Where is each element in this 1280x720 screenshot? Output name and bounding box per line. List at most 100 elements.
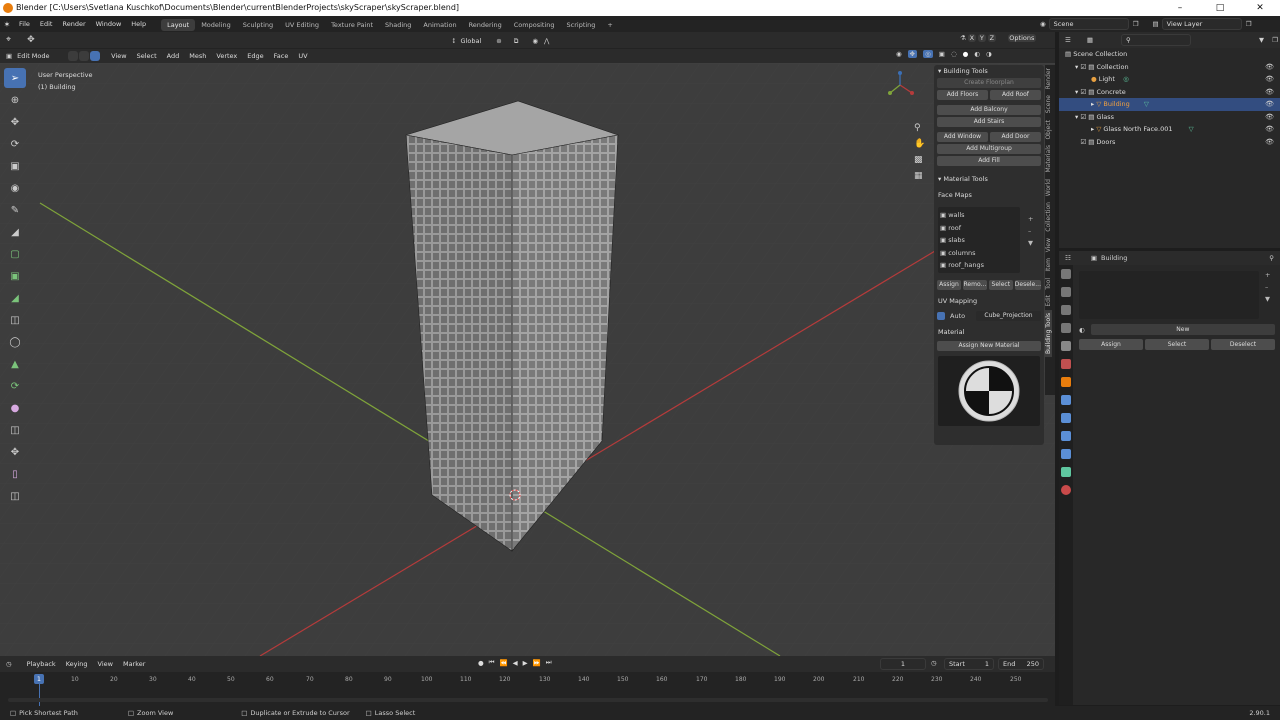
display-mode-icon[interactable]: ▦: [1087, 36, 1093, 44]
outliner-item-light[interactable]: ● Light ◎ 👁: [1059, 73, 1280, 86]
new-collection-icon[interactable]: ❐: [1272, 36, 1278, 44]
outliner-item-doors[interactable]: ☑ ▤ Doors 👁: [1059, 136, 1280, 149]
assign-face-map-button[interactable]: Assign: [937, 280, 961, 290]
material-tools-header[interactable]: ▾ Material Tools: [934, 173, 1044, 185]
select-face-map-button[interactable]: Select: [988, 280, 1013, 290]
smooth-tool-icon[interactable]: ●: [4, 398, 26, 418]
modifier-props-icon[interactable]: [1061, 395, 1071, 405]
pan-hand-icon[interactable]: ✋: [914, 139, 925, 149]
properties-editor-icon[interactable]: ☷: [1065, 254, 1071, 262]
menu-view[interactable]: View: [106, 49, 131, 63]
tab-compositing[interactable]: Compositing: [508, 19, 561, 31]
face-map-item[interactable]: ▣ roof: [940, 222, 1018, 235]
mode-dropdown[interactable]: Edit Mode: [12, 49, 68, 63]
current-frame-field[interactable]: 1: [880, 658, 926, 670]
menu-mesh[interactable]: Mesh: [184, 49, 211, 63]
edge-select-button[interactable]: [79, 51, 90, 61]
outliner-item-glass[interactable]: ▾ ☑ ▤ Glass 👁: [1059, 111, 1280, 124]
maximize-button[interactable]: □: [1200, 0, 1240, 16]
face-map-item[interactable]: ▣ walls: [940, 209, 1018, 222]
copy-scene-icon[interactable]: ❐: [1133, 20, 1139, 28]
camera-view-icon[interactable]: ▩: [914, 155, 925, 165]
material-shading-icon[interactable]: ◐: [974, 50, 980, 58]
gizmo-icon[interactable]: ✥: [907, 50, 918, 58]
play-reverse-icon[interactable]: ◀: [513, 659, 518, 667]
data-props-icon[interactable]: [1061, 467, 1071, 477]
scene-field[interactable]: Scene: [1048, 18, 1129, 30]
select-material-button[interactable]: Select: [1145, 339, 1209, 350]
visibility-icon[interactable]: ◉: [896, 50, 902, 58]
view-layer-field[interactable]: View Layer: [1161, 18, 1242, 30]
deselect-material-button[interactable]: Deselect: [1211, 339, 1275, 350]
constraints-props-icon[interactable]: [1061, 449, 1071, 459]
add-balcony-button[interactable]: Add Balcony: [937, 105, 1041, 115]
tab-rendering[interactable]: Rendering: [463, 19, 508, 31]
outliner-editor-icon[interactable]: ☰: [1065, 36, 1071, 44]
menu-help[interactable]: Help: [126, 16, 151, 32]
inset-tool-icon[interactable]: ▣: [4, 266, 26, 286]
eye-icon[interactable]: 👁: [1265, 73, 1274, 86]
rip-tool-icon[interactable]: ◫: [4, 486, 26, 506]
outliner-root[interactable]: ▤ Scene Collection: [1059, 48, 1280, 61]
falloff-icon[interactable]: ⋀: [544, 37, 549, 45]
face-select-button[interactable]: [90, 51, 101, 61]
add-workspace-button[interactable]: +: [601, 19, 618, 31]
next-keyframe-icon[interactable]: ⏩: [533, 659, 541, 667]
rotate-tool-icon[interactable]: ⟳: [4, 134, 26, 154]
add-stairs-button[interactable]: Add Stairs: [937, 117, 1041, 127]
orientation-dropdown[interactable]: Global: [456, 34, 487, 48]
tab-scripting[interactable]: Scripting: [561, 19, 602, 31]
outliner-item-glass-north-face[interactable]: ▸ ▽ Glass North Face.001 ▽ 👁: [1059, 123, 1280, 136]
annotate-tool-icon[interactable]: ✎: [4, 200, 26, 220]
menu-edit[interactable]: Edit: [35, 16, 58, 32]
options-dropdown[interactable]: Options: [1007, 34, 1036, 42]
tab-animation[interactable]: Animation: [417, 19, 462, 31]
scene-props-icon[interactable]: [1061, 341, 1071, 351]
shear-tool-icon[interactable]: ▯: [4, 464, 26, 484]
physics-props-icon[interactable]: [1061, 431, 1071, 441]
tab-item[interactable]: Item: [1045, 255, 1052, 275]
add-fill-button[interactable]: Add Fill: [937, 156, 1041, 166]
edge-slide-tool-icon[interactable]: ◫: [4, 420, 26, 440]
timeline-scrollbar[interactable]: [8, 698, 1048, 702]
create-floorplan-button[interactable]: Create Floorplan: [937, 78, 1041, 88]
eye-icon[interactable]: 👁: [1265, 86, 1274, 99]
extrude-tool-icon[interactable]: ▢: [4, 244, 26, 264]
auto-checkbox[interactable]: [937, 312, 945, 320]
loop-cut-tool-icon[interactable]: ◫: [4, 310, 26, 330]
knife-tool-icon[interactable]: ◯: [4, 332, 26, 352]
tab-render[interactable]: Render: [1045, 65, 1052, 92]
object-props-icon[interactable]: [1061, 377, 1071, 387]
material-props-icon[interactable]: [1061, 485, 1071, 495]
menu-keying[interactable]: Keying: [61, 657, 93, 671]
start-frame-field[interactable]: Start 1: [944, 658, 994, 670]
tool-props-icon[interactable]: [1061, 269, 1071, 279]
tab-collection[interactable]: Collection: [1045, 199, 1052, 235]
tab-scene[interactable]: Scene: [1045, 92, 1052, 116]
add-floors-button[interactable]: Add Floors: [937, 90, 988, 100]
proportional-edit-icon[interactable]: ◉: [532, 37, 538, 45]
remove-material-slot-button[interactable]: –: [1265, 283, 1270, 291]
tab-object[interactable]: Object: [1045, 117, 1052, 143]
select-box-tool-icon[interactable]: ➢: [4, 68, 26, 88]
add-multigroup-button[interactable]: Add Multigroup: [937, 144, 1041, 154]
move-tool-icon[interactable]: ✥: [4, 112, 26, 132]
timeline-editor-icon[interactable]: ◷: [6, 660, 12, 668]
playhead[interactable]: 1: [34, 674, 44, 684]
outliner-item-building[interactable]: ▸ ▽ Building ▽ 👁: [1059, 98, 1280, 111]
material-browse-icon[interactable]: ◐: [1079, 326, 1085, 334]
outliner-item-concrete[interactable]: ▾ ☑ ▤ Concrete 👁: [1059, 86, 1280, 99]
menu-add[interactable]: Add: [162, 49, 185, 63]
deselect-face-map-button[interactable]: Desele...: [1014, 280, 1041, 290]
material-slot-list[interactable]: [1079, 271, 1259, 319]
material-slot-menu-icon[interactable]: ▼: [1265, 295, 1270, 303]
eye-icon[interactable]: 👁: [1265, 61, 1274, 74]
measure-tool-icon[interactable]: ◢: [4, 222, 26, 242]
eye-icon[interactable]: 👁: [1265, 136, 1274, 149]
cursor-tool-icon[interactable]: ⊕: [4, 90, 26, 110]
tab-world[interactable]: World: [1045, 176, 1052, 199]
menu-playback[interactable]: Playback: [22, 657, 61, 671]
close-button[interactable]: ✕: [1240, 0, 1280, 16]
face-maps-list[interactable]: ▣ walls ▣ roof ▣ slabs ▣ columns ▣ roof_…: [938, 207, 1020, 273]
snap-icon[interactable]: ⧉: [514, 37, 519, 46]
